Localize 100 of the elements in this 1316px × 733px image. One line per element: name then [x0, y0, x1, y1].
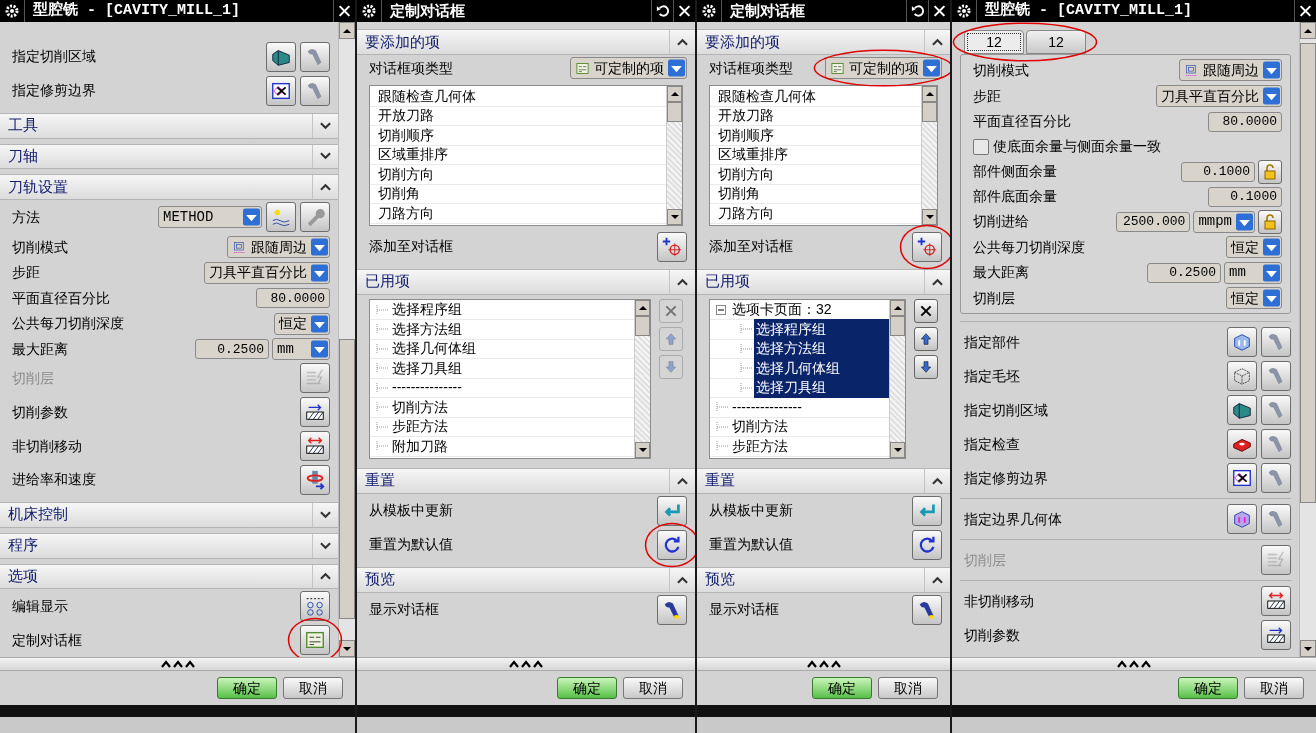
- settings-icon[interactable]: [701, 3, 717, 19]
- layers-button[interactable]: [1261, 545, 1291, 575]
- scrollbar[interactable]: [921, 86, 937, 225]
- ok-button[interactable]: 确定: [1178, 677, 1238, 699]
- list-item[interactable]: 开放刀路: [716, 105, 921, 127]
- dropdown[interactable]: 可定制的项: [570, 57, 687, 79]
- list-item[interactable]: 选择方法组: [390, 318, 634, 340]
- dropdown[interactable]: METHOD: [158, 206, 262, 229]
- section-header[interactable]: 预览: [357, 566, 695, 593]
- flashlight-button[interactable]: [1261, 429, 1291, 459]
- list-item[interactable]: 选择刀具组: [754, 377, 889, 399]
- refresh-button[interactable]: [912, 529, 942, 560]
- cancel-button[interactable]: 取消: [1244, 677, 1304, 699]
- number-field[interactable]: 2500.000: [1116, 211, 1191, 232]
- hatched-block-button[interactable]: [300, 397, 330, 428]
- list-item[interactable]: 切削角: [376, 183, 666, 205]
- scrollbar[interactable]: [634, 299, 650, 458]
- solid-block-button[interactable]: [1227, 429, 1257, 459]
- dropdown[interactable]: 跟随周边: [1179, 59, 1282, 81]
- settings-icon[interactable]: [4, 3, 20, 19]
- section-header[interactable]: 刀轨设置: [0, 174, 338, 201]
- lock-button[interactable]: [1258, 159, 1282, 184]
- list-item[interactable]: 选择程序组: [390, 299, 634, 321]
- number-field[interactable]: 0.2500: [195, 339, 269, 359]
- list-item[interactable]: 刀路方向: [376, 202, 666, 224]
- number-field[interactable]: 0.2500: [1147, 262, 1221, 283]
- section-header[interactable]: 重置: [697, 467, 950, 494]
- dropdown[interactable]: mm: [272, 338, 330, 360]
- checkbox[interactable]: [973, 138, 989, 155]
- list-item[interactable]: 切削方向: [716, 163, 921, 185]
- scrollbar[interactable]: [1299, 22, 1316, 657]
- list-item[interactable]: 切削顺序: [716, 124, 921, 146]
- number-field[interactable]: 80.0000: [1208, 111, 1282, 132]
- list-item[interactable]: 选择程序组: [754, 318, 889, 340]
- dropdown[interactable]: 可定制的项: [825, 57, 942, 79]
- list-item[interactable]: 切削方向: [376, 163, 666, 185]
- shape-button[interactable]: [266, 41, 296, 72]
- boundary-button[interactable]: [266, 75, 296, 106]
- return-arrow-button[interactable]: [657, 495, 687, 526]
- list-item[interactable]: ---------------: [730, 396, 889, 418]
- section-header[interactable]: 重置: [357, 467, 695, 494]
- flashlight-button[interactable]: [300, 41, 330, 72]
- flashlight-button[interactable]: [1261, 395, 1291, 425]
- cancel-button[interactable]: 取消: [623, 677, 683, 699]
- collapse-icon[interactable]: [716, 304, 726, 315]
- dropdown[interactable]: mm: [1224, 261, 1282, 284]
- up-arrow-button[interactable]: [914, 326, 938, 351]
- cancel-button[interactable]: 取消: [283, 677, 343, 699]
- section-header[interactable]: 程序: [0, 532, 338, 559]
- list-item[interactable]: 跟随检查几何体: [716, 85, 921, 107]
- expand-bar[interactable]: [357, 657, 695, 671]
- scrollbar[interactable]: [666, 86, 682, 225]
- return-arrow-button[interactable]: [912, 495, 942, 526]
- layers-button[interactable]: [300, 363, 330, 394]
- dialog-button[interactable]: [300, 625, 330, 656]
- section-header[interactable]: 要添加的项: [697, 29, 950, 55]
- list-item[interactable]: 开放刀路: [376, 105, 666, 127]
- lock-button[interactable]: [1258, 209, 1282, 234]
- section-header[interactable]: 要添加的项: [357, 29, 695, 55]
- dropdown[interactable]: 恒定: [1226, 236, 1282, 258]
- list-item[interactable]: 步距方法: [730, 435, 889, 457]
- crosshair-plus-button[interactable]: [912, 231, 942, 262]
- list-item[interactable]: 附加刀路: [390, 435, 634, 457]
- hatched-block-button[interactable]: [300, 431, 330, 461]
- down-arrow-button[interactable]: [914, 354, 938, 379]
- number-field[interactable]: 80.0000: [256, 288, 330, 309]
- ok-button[interactable]: 确定: [557, 677, 617, 699]
- dropdown[interactable]: 刀具平直百分比: [1156, 85, 1282, 107]
- dropdown[interactable]: mmpm: [1193, 210, 1255, 233]
- expand-bar[interactable]: [697, 657, 950, 671]
- tab[interactable]: 12: [964, 30, 1024, 54]
- list-item[interactable]: 跟随检查几何体: [376, 85, 666, 107]
- cancel-button[interactable]: 取消: [878, 677, 938, 699]
- list-item[interactable]: 区域重排序: [716, 144, 921, 166]
- section-header[interactable]: 已用项: [357, 268, 695, 295]
- list-item[interactable]: 选项卡页面：32: [730, 299, 889, 321]
- flashlight-button[interactable]: [1261, 504, 1291, 534]
- list-item[interactable]: 切削角: [716, 183, 921, 205]
- dropdown[interactable]: 恒定: [274, 312, 330, 335]
- list-item[interactable]: 选择方法组: [754, 338, 889, 360]
- hatched-block-button[interactable]: [1261, 586, 1291, 616]
- wireframe-cube-button[interactable]: [1227, 361, 1257, 391]
- block-button[interactable]: [1227, 504, 1257, 534]
- list-item[interactable]: 选择刀具组: [390, 357, 634, 379]
- flashlight-button[interactable]: [657, 594, 687, 625]
- dropdown[interactable]: 恒定: [1226, 287, 1282, 309]
- list-item[interactable]: 刀路方向: [716, 202, 921, 224]
- list-item[interactable]: 区域重排序: [376, 144, 666, 166]
- delete-button[interactable]: [914, 298, 938, 323]
- settings-icon[interactable]: [361, 3, 377, 19]
- flashlight-button[interactable]: [912, 594, 942, 625]
- crosshair-plus-button[interactable]: [657, 231, 687, 262]
- flashlight-button[interactable]: [1261, 361, 1291, 391]
- section-header[interactable]: 已用项: [697, 268, 950, 295]
- refresh-button[interactable]: [657, 529, 687, 560]
- list-item[interactable]: ---------------: [390, 377, 634, 399]
- flashlight-button[interactable]: [1261, 463, 1291, 493]
- settings-icon[interactable]: [956, 3, 972, 19]
- display-button[interactable]: [300, 591, 330, 622]
- block-button[interactable]: [1227, 327, 1257, 357]
